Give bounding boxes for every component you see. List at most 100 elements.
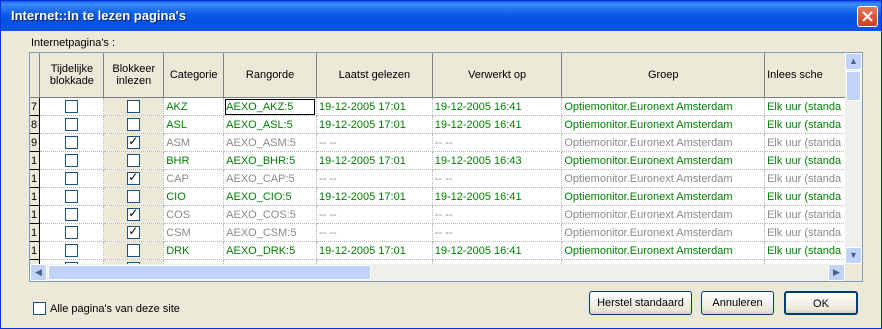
rangorde-cell[interactable]: AEXO_ASM:5 xyxy=(223,133,317,152)
tijdelijke-blokkade-checkbox[interactable] xyxy=(65,100,79,113)
row-number[interactable]: 1 xyxy=(30,169,41,188)
tijdelijke-checkbox-cell[interactable] xyxy=(39,205,105,224)
table-row[interactable]: 1CSMAEXO_CSM:5-- ---- --Optiemonitor.Eur… xyxy=(30,223,862,242)
blokkeer-inlezen-checkbox[interactable] xyxy=(127,170,141,185)
annuleren-button[interactable]: Annuleren xyxy=(701,291,774,315)
row-number[interactable]: 1 xyxy=(30,205,41,224)
blokkeer-checkbox-cell[interactable] xyxy=(103,97,165,116)
tijdelijke-blokkade-checkbox[interactable] xyxy=(65,136,79,149)
rangorde-cell[interactable]: AEXO_COS:5 xyxy=(223,205,317,224)
scroll-left-button[interactable]: ◀ xyxy=(30,264,47,281)
close-button[interactable] xyxy=(857,6,878,27)
row-number[interactable]: 1 xyxy=(30,223,41,242)
tijdelijke-checkbox-cell[interactable] xyxy=(39,115,105,134)
categorie-cell[interactable]: CIO xyxy=(163,187,225,206)
ok-button[interactable]: OK xyxy=(784,291,858,315)
header-blokkeer[interactable]: Blokkeer inlezen xyxy=(103,53,165,98)
groep-cell[interactable]: Optiemonitor.Euronext Amsterdam xyxy=(561,133,766,152)
categorie-cell[interactable]: ASL xyxy=(163,115,225,134)
table-row[interactable]: 1 BHR AEXO_BHR:5 19-12-2005 17:01 19-12-2005… xyxy=(30,151,862,170)
tijdelijke-checkbox-cell[interactable] xyxy=(39,187,105,206)
groep-cell[interactable]: Optiemonitor.Euronext Amsterdam xyxy=(561,187,766,206)
table-row[interactable]: 8 ASL AEXO_ASL:5 19-12-2005 17:01 19-12-2005… xyxy=(30,115,862,134)
tijdelijke-blokkade-checkbox[interactable] xyxy=(65,226,79,239)
tijdelijke-checkbox-cell[interactable] xyxy=(39,223,105,242)
verwerkt-op-cell[interactable]: 19-12-2005 16:41 xyxy=(432,97,563,116)
scroll-right-button[interactable]: ▶ xyxy=(828,264,845,281)
horizontal-scroll-thumb[interactable] xyxy=(48,265,371,280)
tijdelijke-checkbox-cell[interactable] xyxy=(39,97,105,116)
rangorde-cell[interactable]: AEXO_AKZ:5 xyxy=(223,97,317,116)
groep-cell[interactable]: Optiemonitor.Euronext Amsterdam xyxy=(561,169,766,188)
rangorde-cell[interactable]: AEXO_CIO:5 xyxy=(223,187,317,206)
categorie-cell[interactable]: ASM xyxy=(163,133,225,152)
alle-paginas-checkbox[interactable] xyxy=(33,302,46,315)
blokkeer-checkbox-cell[interactable] xyxy=(103,133,165,152)
blokkeer-checkbox-cell[interactable] xyxy=(103,115,165,134)
blokkeer-inlezen-checkbox[interactable] xyxy=(127,100,141,113)
blokkeer-checkbox-cell[interactable] xyxy=(103,151,165,170)
verwerkt-op-cell[interactable]: 19-12-2005 16:41 xyxy=(432,115,563,134)
blokkeer-checkbox-cell[interactable] xyxy=(103,169,165,188)
row-number[interactable]: 1 xyxy=(30,187,41,206)
table-row[interactable]: 9ASMAEXO_ASM:5-- ---- --Optiemonitor.Eur… xyxy=(30,133,862,152)
scroll-up-button[interactable]: ▲ xyxy=(845,53,862,70)
tijdelijke-checkbox-cell[interactable] xyxy=(39,241,105,260)
table-row[interactable]: 7 AKZ AEXO_AKZ:5 19-12-2005 17:01 19-12-2005… xyxy=(30,97,862,116)
laatst-gelezen-cell[interactable]: 19-12-2005 17:01 xyxy=(316,151,433,170)
groep-cell[interactable]: Optiemonitor.Euronext Amsterdam xyxy=(561,97,766,116)
blokkeer-inlezen-checkbox[interactable] xyxy=(127,244,141,257)
verwerkt-op-cell[interactable]: -- -- xyxy=(432,223,563,242)
tijdelijke-checkbox-cell[interactable] xyxy=(39,151,105,170)
tijdelijke-blokkade-checkbox[interactable] xyxy=(65,208,79,221)
header-tijdelijke[interactable]: Tijdelijke blokkade xyxy=(39,53,105,98)
rangorde-cell[interactable]: AEXO_DRK:5 xyxy=(223,241,317,260)
verwerkt-op-cell[interactable]: -- -- xyxy=(432,133,563,152)
verwerkt-op-cell[interactable]: -- -- xyxy=(432,169,563,188)
pages-grid[interactable]: Tijdelijke blokkade Blokkeer inlezen Categ… xyxy=(29,52,863,282)
laatst-gelezen-cell[interactable]: 19-12-2005 17:01 xyxy=(316,187,433,206)
table-row[interactable]: 1 DRK AEXO_DRK:5 19-12-2005 17:01 19-12-2005… xyxy=(30,241,862,260)
laatst-gelezen-cell[interactable]: 19-12-2005 17:01 xyxy=(316,241,433,260)
laatst-gelezen-cell[interactable]: -- -- xyxy=(316,169,433,188)
rangorde-cell[interactable]: AEXO_CAP:5 xyxy=(223,169,317,188)
tijdelijke-blokkade-checkbox[interactable] xyxy=(65,154,79,167)
header-groep[interactable]: Groep xyxy=(561,53,766,98)
laatst-gelezen-cell[interactable]: -- -- xyxy=(316,223,433,242)
scroll-down-button[interactable]: ▼ xyxy=(845,247,862,264)
verwerkt-op-cell[interactable]: 19-12-2005 16:41 xyxy=(432,241,563,260)
row-number[interactable]: 1 xyxy=(30,151,41,170)
tijdelijke-checkbox-cell[interactable] xyxy=(39,169,105,188)
row-number[interactable]: 1 xyxy=(30,241,41,260)
rangorde-cell[interactable]: AEXO_ASL:5 xyxy=(223,115,317,134)
blokkeer-inlezen-checkbox[interactable] xyxy=(127,154,141,167)
groep-cell[interactable]: Optiemonitor.Euronext Amsterdam xyxy=(561,115,766,134)
categorie-cell[interactable]: BHR xyxy=(163,151,225,170)
laatst-gelezen-cell[interactable]: -- -- xyxy=(316,205,433,224)
verwerkt-op-cell[interactable]: 19-12-2005 16:43 xyxy=(432,151,563,170)
title-bar[interactable]: Internet::In te lezen pagina's xyxy=(1,1,881,31)
header-laatst-gelezen[interactable]: Laatst gelezen xyxy=(316,53,433,98)
groep-cell[interactable]: Optiemonitor.Euronext Amsterdam xyxy=(561,151,766,170)
table-row[interactable]: 1CAPAEXO_CAP:5-- ---- --Optiemonitor.Eur… xyxy=(30,169,862,188)
vertical-scroll-thumb[interactable] xyxy=(846,71,861,101)
horizontal-scrollbar[interactable]: ◀ ▶ xyxy=(30,264,862,281)
categorie-cell[interactable]: CSM xyxy=(163,223,225,242)
table-row[interactable]: 1COSAEXO_COS:5-- ---- --Optiemonitor.Eur… xyxy=(30,205,862,224)
tijdelijke-checkbox-cell[interactable] xyxy=(39,133,105,152)
blokkeer-checkbox-cell[interactable] xyxy=(103,205,165,224)
rangorde-cell[interactable]: AEXO_CSM:5 xyxy=(223,223,317,242)
header-rangorde[interactable]: Rangorde xyxy=(223,53,317,98)
tijdelijke-blokkade-checkbox[interactable] xyxy=(65,190,79,203)
groep-cell[interactable]: Optiemonitor.Euronext Amsterdam xyxy=(561,205,766,224)
laatst-gelezen-cell[interactable]: -- -- xyxy=(316,133,433,152)
laatst-gelezen-cell[interactable]: 19-12-2005 17:01 xyxy=(316,115,433,134)
blokkeer-checkbox-cell[interactable] xyxy=(103,187,165,206)
laatst-gelezen-cell[interactable]: 19-12-2005 17:01 xyxy=(316,97,433,116)
blokkeer-inlezen-checkbox[interactable] xyxy=(127,118,141,131)
vertical-scrollbar[interactable]: ▲ ▼ xyxy=(845,53,862,264)
herstel-standaard-button[interactable]: Herstel standaard xyxy=(589,291,692,315)
categorie-cell[interactable]: COS xyxy=(163,205,225,224)
blokkeer-checkbox-cell[interactable] xyxy=(103,223,165,242)
blokkeer-inlezen-checkbox[interactable] xyxy=(127,224,141,239)
